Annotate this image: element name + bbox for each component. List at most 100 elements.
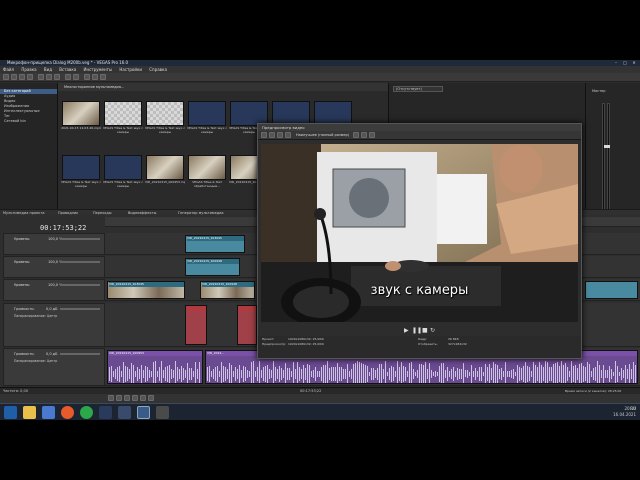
waveform-bar — [313, 369, 314, 379]
master-fader[interactable] — [604, 145, 610, 148]
waveform-bar — [255, 370, 256, 378]
record-icon[interactable] — [108, 395, 114, 401]
loop-icon[interactable] — [116, 395, 122, 401]
track-level-slider[interactable] — [60, 284, 100, 286]
waveform-bar — [495, 364, 496, 383]
menu-insert[interactable]: Вставка — [56, 66, 79, 73]
tray-clock[interactable]: 20:10 16.04.2021 — [606, 406, 636, 418]
preview-title[interactable]: Предпросмотр видео — [258, 124, 581, 131]
menu-file[interactable]: Файл — [0, 66, 17, 73]
split-screen-icon[interactable] — [285, 132, 291, 138]
media-thumb[interactable] — [104, 101, 142, 126]
video-clip[interactable]: VID_20210415_103045 — [107, 281, 185, 299]
waveform-bar — [463, 363, 464, 383]
menu-help[interactable]: Справка — [146, 66, 170, 73]
menu-options[interactable]: Настройки — [116, 66, 145, 73]
external-monitor-icon[interactable] — [269, 132, 275, 138]
track-volume-slider[interactable] — [60, 353, 100, 355]
steam-app-icon[interactable] — [99, 406, 112, 419]
start-icon[interactable] — [4, 406, 17, 419]
media-bins-tree: Без категорий Аудио Видео Изображения Ин… — [0, 83, 58, 209]
vegas-app-icon[interactable] — [137, 406, 150, 419]
media-thumb[interactable] — [62, 101, 100, 126]
media-thumb[interactable] — [146, 155, 184, 180]
copy-snapshot-icon[interactable] — [361, 132, 367, 138]
waveform-bar — [239, 364, 240, 383]
waveform-bar — [311, 370, 312, 378]
track-header-video-3[interactable]: Уровень: 100,0 % — [3, 279, 105, 301]
waveform-bar — [139, 369, 140, 379]
waveform-bar — [613, 371, 614, 377]
video-clip[interactable]: VID_20210415_103045 — [185, 235, 245, 253]
track-header-audio-1[interactable]: Громкость: 0,0 дБ Панорамирование: Центр — [3, 303, 105, 347]
clip-title: VID_20210415_100953 — [109, 351, 202, 356]
media-thumb[interactable] — [104, 155, 142, 180]
waveform-bar — [393, 367, 394, 381]
audio-clip[interactable] — [237, 305, 257, 345]
fx-icon[interactable] — [277, 132, 283, 138]
menu-edit[interactable]: Правка — [18, 66, 39, 73]
media-thumb[interactable] — [62, 155, 100, 180]
app-icon[interactable] — [118, 406, 131, 419]
media-thumb[interactable] — [188, 155, 226, 180]
snap-icon[interactable] — [92, 74, 98, 80]
chrome-app-icon[interactable] — [80, 406, 93, 419]
media-thumb[interactable] — [188, 101, 226, 126]
bin-item-network[interactable]: Сетевой bin — [0, 119, 57, 124]
preview-pause-icon[interactable]: ❚❚ — [412, 327, 422, 334]
waveform-bar — [209, 365, 210, 383]
play-from-start-icon[interactable] — [124, 395, 130, 401]
overlay-icon[interactable] — [353, 132, 359, 138]
waveform-bar — [241, 370, 242, 378]
save-icon[interactable] — [19, 74, 25, 80]
media-thumb[interactable] — [146, 101, 184, 126]
properties-icon[interactable] — [27, 74, 33, 80]
waveform-bar — [125, 365, 126, 383]
preview-play-icon[interactable]: ▶ — [404, 327, 409, 334]
track-header-video-1[interactable]: Уровень: 100,0 % — [3, 233, 105, 255]
waveform-bar — [169, 364, 170, 383]
stop-icon[interactable] — [148, 395, 154, 401]
render-icon[interactable] — [84, 74, 90, 80]
preview-quality-select[interactable]: Наилучшее (полный размер) — [296, 133, 349, 137]
app-icon[interactable] — [156, 406, 169, 419]
waveform-bar — [559, 366, 560, 382]
waveform-bar — [293, 361, 294, 383]
paste-icon[interactable] — [54, 74, 60, 80]
menu-tools[interactable]: Инструменты — [80, 66, 115, 73]
explorer-app-icon[interactable] — [23, 406, 36, 419]
pause-icon[interactable] — [140, 395, 146, 401]
undo-icon[interactable] — [65, 74, 71, 80]
redo-icon[interactable] — [73, 74, 79, 80]
preview-properties-icon[interactable] — [261, 132, 267, 138]
track-volume-slider[interactable] — [60, 308, 100, 310]
preview-loop-icon[interactable]: ↻ — [430, 327, 435, 334]
preview-stop-icon[interactable]: ■ — [422, 327, 428, 334]
new-project-icon[interactable] — [3, 74, 9, 80]
copy-icon[interactable] — [46, 74, 52, 80]
ripple-icon[interactable] — [100, 74, 106, 80]
waveform-bar — [611, 368, 612, 380]
menu-view[interactable]: Вид — [41, 66, 55, 73]
cut-icon[interactable] — [38, 74, 44, 80]
track-level-slider[interactable] — [60, 261, 100, 263]
video-clip[interactable]: VID_20210415_100948 — [200, 281, 255, 299]
media-thumb-label: VID_20210415_000953.mp4 — [145, 181, 185, 184]
audio-clip[interactable]: VID_20210415_100953 — [107, 350, 203, 384]
track-level-slider[interactable] — [60, 238, 100, 240]
waveform-bar — [583, 366, 584, 382]
waveform-bar — [143, 370, 144, 378]
browser-app-icon[interactable] — [61, 406, 74, 419]
video-clip[interactable] — [585, 281, 638, 299]
audio-clip[interactable] — [185, 305, 207, 345]
app-icon[interactable] — [42, 406, 55, 419]
waveform-bar — [147, 366, 148, 382]
video-clip[interactable]: VID_20210415_100948 — [185, 258, 240, 276]
play-icon[interactable] — [132, 395, 138, 401]
trimmer-source-select[interactable]: (Отсутствует) — [393, 86, 443, 92]
open-icon[interactable] — [11, 74, 17, 80]
track-header-video-2[interactable]: Уровень: 100,0 % — [3, 256, 105, 278]
track-header-audio-2[interactable]: Громкость: 0,0 дБ Панорамирование: Центр — [3, 348, 105, 386]
waveform-bar — [387, 371, 388, 377]
save-snapshot-icon[interactable] — [369, 132, 375, 138]
